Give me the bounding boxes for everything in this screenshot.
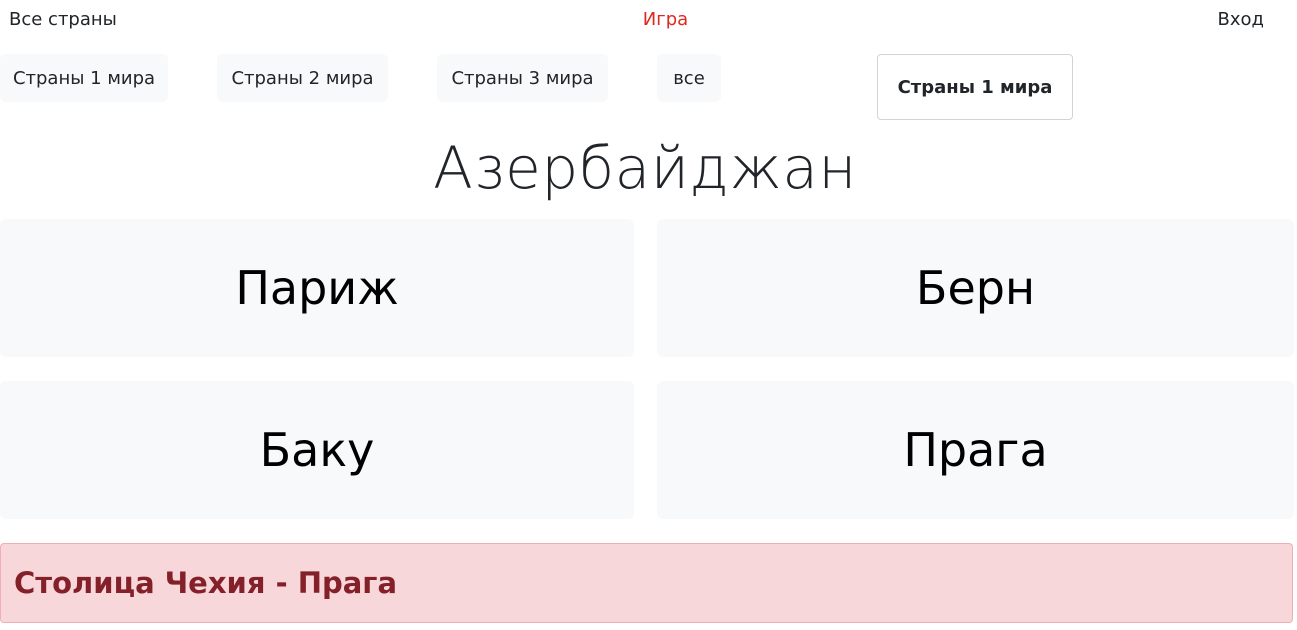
answer-button-2[interactable]: Берн: [657, 219, 1294, 357]
filter-world-3-button[interactable]: Страны 3 мира: [437, 54, 608, 102]
answer-button-1[interactable]: Париж: [0, 219, 634, 357]
nav-game-link[interactable]: Игра: [0, 8, 1297, 32]
answer-button-3[interactable]: Баку: [0, 381, 634, 519]
mode-select-value: Страны 1 мира: [897, 76, 1053, 98]
question-country-title: Азербайджан: [433, 134, 857, 202]
mode-select[interactable]: Страны 1 мира: [877, 54, 1073, 120]
nav-login-link[interactable]: Вход: [1218, 8, 1264, 32]
answer-button-4[interactable]: Прага: [657, 381, 1294, 519]
filter-all-button[interactable]: все: [657, 54, 721, 102]
page: Все страны Игра Вход Страны 1 мира Стран…: [0, 0, 1297, 630]
filter-world-2-button[interactable]: Страны 2 мира: [217, 54, 388, 102]
result-alert: Столица Чехия - Прага: [0, 543, 1293, 623]
result-message: Столица Чехия - Прага: [14, 566, 398, 600]
filter-world-1-button[interactable]: Страны 1 мира: [0, 54, 168, 102]
